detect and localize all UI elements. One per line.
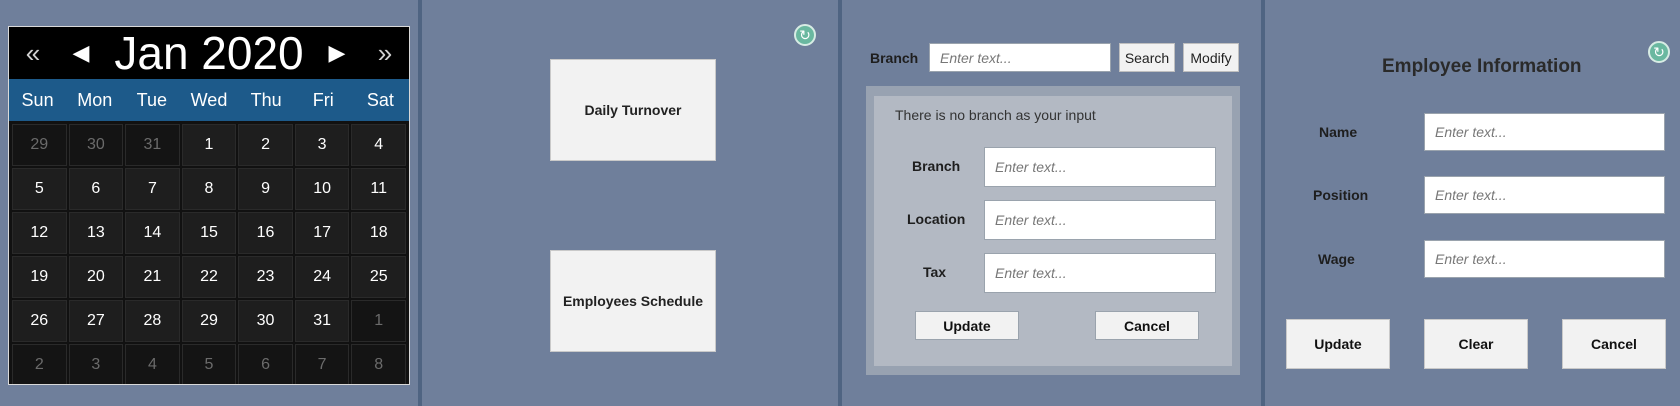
calendar-day-cell[interactable]: 1 — [181, 124, 237, 166]
calendar-day-cell[interactable]: 8 — [351, 344, 406, 384]
prev-month-button[interactable]: ◀ — [57, 40, 105, 66]
branch-cancel-button[interactable]: Cancel — [1095, 311, 1199, 340]
branch-update-button[interactable]: Update — [915, 311, 1019, 340]
calendar-day-cell[interactable]: 25 — [351, 256, 406, 298]
employee-cancel-button[interactable]: Cancel — [1562, 319, 1666, 369]
calendar-day-cell[interactable]: 11 — [351, 168, 406, 210]
calendar-day-cell[interactable]: 6 — [68, 168, 124, 210]
calendar-day-cell[interactable]: 17 — [294, 212, 350, 254]
calendar-day-cell[interactable]: 31 — [125, 124, 180, 166]
employee-clear-button[interactable]: Clear — [1424, 319, 1528, 369]
calendar-day-cell[interactable]: 5 — [12, 168, 67, 210]
weekday-header: Sun Mon Tue Wed Thu Fri Sat — [9, 79, 409, 121]
calendar-day-cell[interactable]: 24 — [294, 256, 350, 298]
panel-divider — [418, 0, 422, 406]
employee-update-button[interactable]: Update — [1286, 319, 1390, 369]
calendar-day-cell[interactable]: 5 — [181, 344, 237, 384]
calendar-day-cell[interactable]: 3 — [68, 344, 124, 384]
calendar-day-cell[interactable]: 26 — [12, 300, 67, 342]
prev-year-button[interactable]: « — [9, 38, 57, 69]
panel-divider — [838, 0, 842, 406]
calendar-day-cell[interactable]: 3 — [294, 124, 350, 166]
refresh-icon[interactable]: ↻ — [794, 24, 816, 46]
panel-divider — [1261, 0, 1265, 406]
calendar-day-cell[interactable]: 13 — [68, 212, 124, 254]
branch-search-label: Branch — [870, 50, 919, 66]
calendar-day-cell[interactable]: 4 — [125, 344, 180, 384]
calendar-day-cell[interactable]: 20 — [68, 256, 124, 298]
no-branch-message: There is no branch as your input — [895, 107, 1096, 123]
calendar-day-cell[interactable]: 12 — [12, 212, 67, 254]
calendar-day-cell[interactable]: 28 — [125, 300, 180, 342]
calendar-day-cell[interactable]: 15 — [181, 212, 237, 254]
calendar: « ◀ Jan 2020 ▶ » Sun Mon Tue Wed Thu Fri Sat 2… — [8, 26, 410, 385]
calendar-day-cell[interactable]: 19 — [12, 256, 67, 298]
weekday-label: Mon — [77, 89, 113, 110]
calendar-day-cell[interactable]: 31 — [294, 300, 350, 342]
calendar-day-cell[interactable]: 4 — [351, 124, 406, 166]
location-field-label: Location — [907, 211, 966, 227]
name-label: Name — [1319, 124, 1358, 140]
calendar-day-cell[interactable]: 2 — [238, 124, 293, 166]
calendar-day-cell[interactable]: 1 — [351, 300, 406, 342]
calendar-day-cell[interactable]: 18 — [351, 212, 406, 254]
employee-info-title: Employee Information — [1382, 56, 1582, 77]
calendar-day-cell[interactable]: 7 — [125, 168, 180, 210]
next-year-button[interactable]: » — [361, 38, 409, 69]
calendar-day-cell[interactable]: 10 — [294, 168, 350, 210]
branch-field-label: Branch — [912, 158, 961, 174]
calendar-day-cell[interactable]: 29 — [12, 124, 67, 166]
calendar-day-cell[interactable]: 23 — [238, 256, 293, 298]
calendar-day-cell[interactable]: 30 — [68, 124, 124, 166]
branch-search-input[interactable]: Enter text... — [929, 43, 1111, 72]
calendar-title: Jan 2020 — [114, 27, 304, 79]
search-button[interactable]: Search — [1119, 43, 1175, 72]
calendar-day-cell[interactable]: 27 — [68, 300, 124, 342]
wage-input[interactable]: Enter text... — [1424, 240, 1665, 278]
refresh-icon[interactable]: ↻ — [1648, 41, 1670, 63]
weekday-label: Wed — [190, 89, 228, 110]
weekday-label: Fri — [312, 89, 334, 110]
modify-button[interactable]: Modify — [1183, 43, 1239, 72]
wage-label: Wage — [1318, 251, 1355, 267]
calendar-day-cell[interactable]: 14 — [125, 212, 180, 254]
employees-schedule-button[interactable]: Employees Schedule — [550, 250, 716, 352]
calendar-day-cell[interactable]: 8 — [181, 168, 237, 210]
tax-field-input[interactable]: Enter text... — [984, 253, 1216, 293]
name-input[interactable]: Enter text... — [1424, 113, 1665, 151]
calendar-day-cell[interactable]: 9 — [238, 168, 293, 210]
calendar-day-cell[interactable]: 21 — [125, 256, 180, 298]
weekday-label: Sat — [366, 89, 394, 110]
calendar-day-cell[interactable]: 6 — [238, 344, 293, 384]
calendar-day-cell[interactable]: 2 — [12, 344, 67, 384]
calendar-day-cell[interactable]: 22 — [181, 256, 237, 298]
daily-turnover-button[interactable]: Daily Turnover — [550, 59, 716, 161]
calendar-day-cell[interactable]: 16 — [238, 212, 293, 254]
calendar-header: « ◀ Jan 2020 ▶ » — [9, 27, 409, 79]
branch-field-input[interactable]: Enter text... — [984, 147, 1216, 187]
weekday-label: Thu — [250, 89, 282, 110]
tax-field-label: Tax — [923, 264, 947, 280]
calendar-day-cell[interactable]: 7 — [294, 344, 350, 384]
position-label: Position — [1313, 187, 1369, 203]
weekday-label: Tue — [136, 89, 168, 110]
next-month-button[interactable]: ▶ — [313, 40, 361, 66]
calendar-day-cell[interactable]: 29 — [181, 300, 237, 342]
calendar-day-cell[interactable]: 30 — [238, 300, 293, 342]
day-grid: 29 30 31 1 2 3 4 5 6 7 8 9 10 11 12 13 14 15 16 17 18 19 20 21 2… — [9, 121, 409, 384]
weekday-label: Sun — [21, 89, 54, 110]
position-input[interactable]: Enter text... — [1424, 176, 1665, 214]
location-field-input[interactable]: Enter text... — [984, 200, 1216, 240]
